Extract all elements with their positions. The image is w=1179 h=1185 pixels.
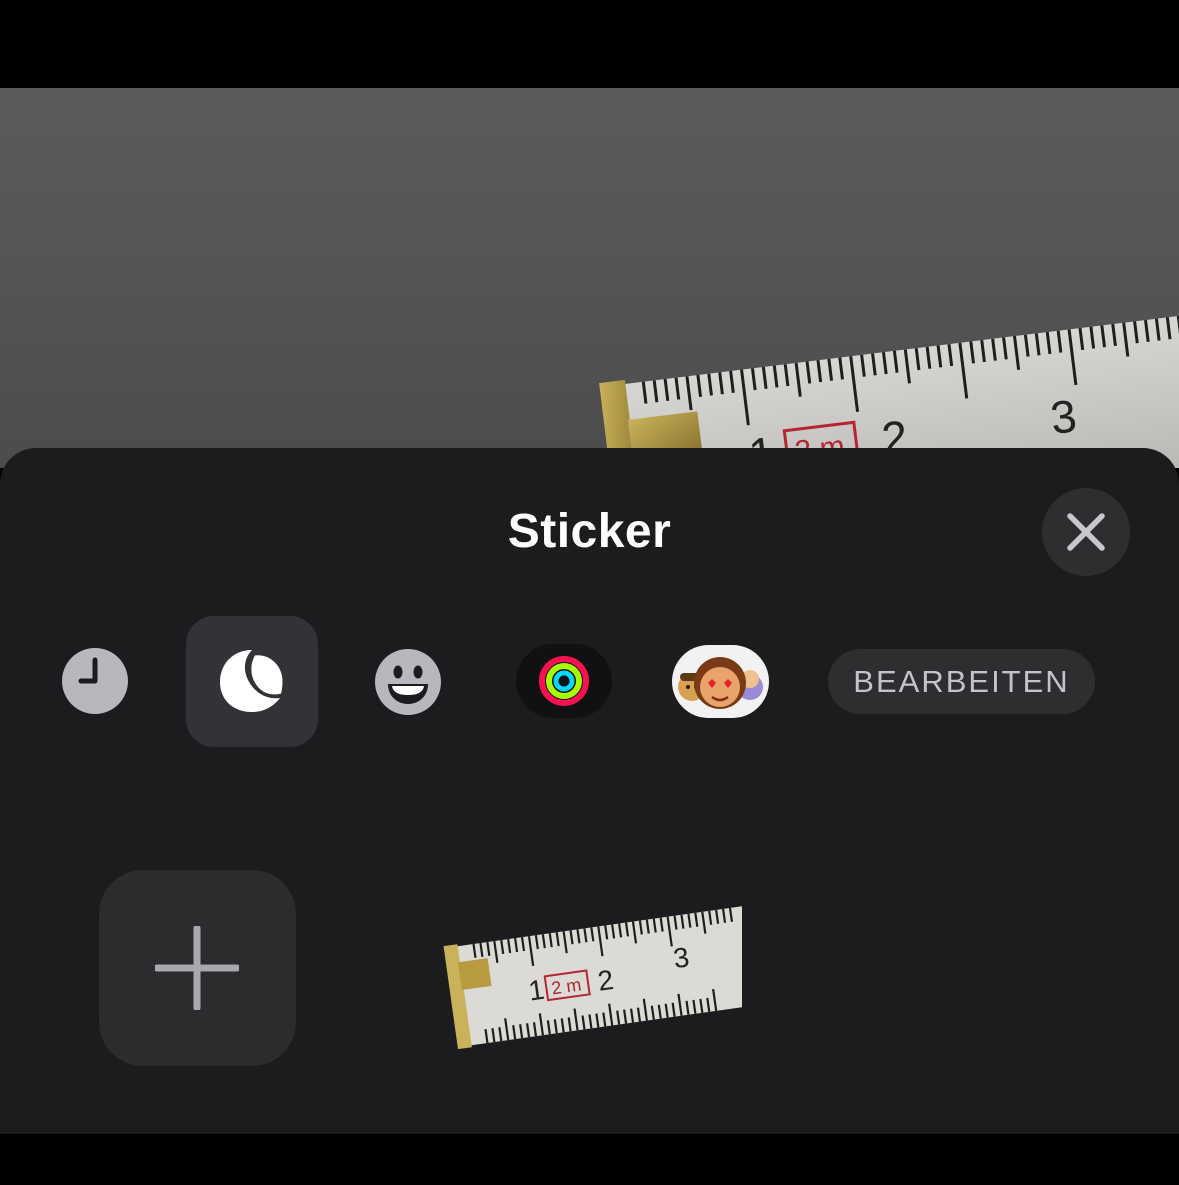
tab-activity[interactable] bbox=[516, 644, 612, 718]
sticker-badge: 2 m bbox=[550, 974, 583, 998]
edit-button[interactable]: BEARBEITEN bbox=[828, 649, 1095, 714]
photo-background: 1 2 m 2 3 bbox=[0, 88, 1179, 468]
xmark-icon bbox=[1067, 513, 1105, 551]
sticker-item[interactable]: 1 2 m 2 3 bbox=[438, 878, 759, 1058]
plus-icon bbox=[155, 926, 239, 1010]
clock-icon bbox=[62, 648, 128, 714]
add-sticker-button[interactable] bbox=[99, 870, 296, 1066]
bottom-black-bar bbox=[0, 1134, 1179, 1185]
tab-memoji[interactable] bbox=[672, 645, 769, 718]
tab-recent[interactable] bbox=[62, 648, 128, 714]
activity-rings-icon bbox=[539, 656, 589, 706]
top-black-bar bbox=[0, 0, 1179, 88]
sheet-title: Sticker bbox=[507, 505, 672, 558]
memoji-faces-icon bbox=[678, 657, 763, 709]
folding-ruler-sticker: 1 2 m 2 3 bbox=[443, 905, 759, 1050]
tab-stickers[interactable] bbox=[186, 616, 318, 747]
close-button[interactable] bbox=[1042, 488, 1130, 576]
sticker-peel-icon bbox=[220, 650, 286, 712]
smiley-face-icon bbox=[375, 649, 441, 715]
tab-emoji[interactable] bbox=[374, 648, 442, 716]
